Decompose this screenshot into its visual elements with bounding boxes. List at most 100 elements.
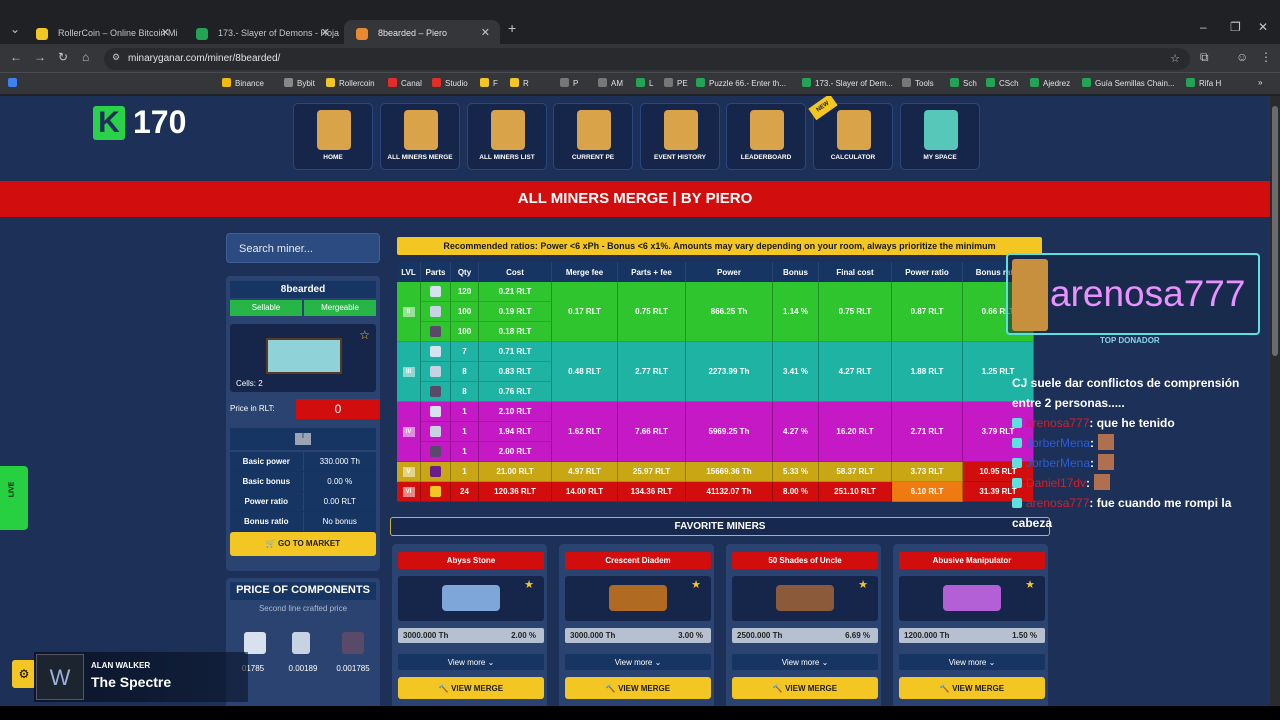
bookmark-item[interactable]: Ajedrez [1030,78,1070,88]
bookmark-item[interactable]: R [510,78,529,88]
bookmark-item[interactable]: Studio [432,78,468,88]
nav-current-pe[interactable]: CURRENT PE [553,103,633,170]
forward-icon[interactable]: → [34,50,46,64]
pratio-cell: 1.88 RLT [892,342,963,402]
nav-mascot-icon [664,110,698,150]
tab-close-icon[interactable]: ✕ [161,26,170,39]
site-logo[interactable]: K 170 [93,104,197,144]
favorite-miner-image [943,585,1001,611]
components-title: PRICE OF COMPONENTS [230,582,376,600]
reload-icon[interactable]: ↻ [58,50,68,64]
tab-close-icon[interactable]: ✕ [321,26,330,39]
profile-icon[interactable]: ☺ [1236,50,1248,64]
bookmark-item[interactable]: PE [664,78,688,88]
bookmark-item[interactable]: L [636,78,653,88]
price-input[interactable]: 0 [296,399,380,419]
nav-label: CURRENT PE [571,154,615,161]
bookmark-item[interactable]: Sch [950,78,977,88]
view-more-button[interactable]: View more ⌄ [899,654,1045,670]
bookmark-item[interactable]: Puzzle 66.- Enter th... [696,78,786,88]
view-more-button[interactable]: View more ⌄ [398,654,544,670]
nav-my-space[interactable]: MY SPACE [900,103,980,170]
bookmark-apps-icon[interactable] [8,78,21,88]
bookmark-item[interactable]: Rifa H [1186,78,1221,88]
bookmark-item[interactable]: AM [598,78,623,88]
chat-username: JorberMena [1026,456,1091,470]
donor-tag: TOP DONADOR [1100,336,1160,345]
address-bar[interactable]: ⚙ minaryganar.com/miner/8bearded/ ☆ [104,48,1190,70]
nav-leaderboard[interactable]: LEADERBOARD [726,103,806,170]
level-selector[interactable]: I [230,428,376,450]
home-icon[interactable]: ⌂ [82,50,89,64]
close-window-icon[interactable]: ✕ [1258,20,1268,34]
nav-label: HOME [323,154,343,161]
view-merge-button[interactable]: 🔨 VIEW MERGE [398,677,544,699]
go-to-market-button[interactable]: 🛒 GO TO MARKET [230,532,376,556]
price-label: Price in RLT: [230,404,275,413]
favorite-star-icon[interactable]: ★ [1025,578,1035,591]
bookmark-label: Guía Semillas Chain... [1095,79,1175,88]
view-merge-button[interactable]: 🔨 VIEW MERGE [899,677,1045,699]
favorite-miner-bonus: 1.50 % [1012,631,1037,640]
bookmark-label: L [649,79,654,88]
favorite-miner-power: 2500.000 Th [737,631,783,640]
nav-event-history[interactable]: EVENT HISTORY [640,103,720,170]
back-icon[interactable]: ← [10,50,22,64]
column-header: Final cost [819,262,892,282]
cost-cell: 2.00 RLT [479,442,552,462]
minimize-icon[interactable]: – [1200,20,1207,34]
scrollbar[interactable] [1270,96,1280,706]
nav-all-miners-merge[interactable]: ALL MINERS MERGE [380,103,460,170]
view-merge-button[interactable]: 🔨 VIEW MERGE [565,677,711,699]
bookmark-item[interactable]: Tools [902,78,934,88]
bookmark-label: Bybit [297,79,315,88]
power-cell: 5969.25 Th [686,402,773,462]
favorite-star-icon[interactable]: ★ [524,578,534,591]
bookmark-item[interactable]: P [560,78,578,88]
bookmark-item[interactable]: Guía Semillas Chain... [1082,78,1175,88]
menu-icon[interactable]: ⋮ [1260,50,1272,64]
settings-gear-button[interactable]: ⚙ [12,660,36,688]
bookmark-label: Binance [235,79,264,88]
bookmarks-bar: Binance Bybit Rollercoin Canal Studio F R P AM L P… [0,72,1280,94]
miner-card: 8bearded Sellable Mergeable ☆ Cells: 2 P… [226,276,380,571]
nav-all-miners-list[interactable]: ALL MINERS LIST [467,103,547,170]
tab-search-icon[interactable]: ⌄ [10,22,20,36]
merge-fee-cell: 0.17 RLT [552,282,618,342]
bookmark-item[interactable]: Canal [388,78,422,88]
favorite-miner-name: Abyss Stone [398,552,544,569]
bookmarks-more-icon[interactable]: » [1258,78,1262,87]
bookmark-item[interactable]: CSch [986,78,1019,88]
bookmark-item[interactable]: Binance [222,78,264,88]
favorite-miner-name: Abusive Manipulator [899,552,1045,569]
view-more-button[interactable]: View more ⌄ [565,654,711,670]
tab-close-icon[interactable]: ✕ [481,26,490,39]
maximize-icon[interactable]: ❐ [1230,20,1241,34]
favorite-star-icon[interactable]: ★ [858,578,868,591]
bookmark-item[interactable]: Rollercoin [326,78,375,88]
part-cell [421,422,451,442]
column-header: Bonus [773,262,819,282]
favorite-miner-image-box: ★ [565,576,711,621]
bottom-bar [0,706,1280,720]
nav-home[interactable]: HOME [293,103,373,170]
view-merge-button[interactable]: 🔨 VIEW MERGE [732,677,878,699]
bookmark-favicon-icon [480,78,489,87]
bookmark-star-icon[interactable]: ☆ [1170,52,1180,65]
bookmark-item[interactable]: Bybit [284,78,315,88]
bookmark-label: Canal [401,79,422,88]
bookmark-item[interactable]: F [480,78,498,88]
view-more-button[interactable]: View more ⌄ [732,654,878,670]
part-cell [421,462,451,482]
site-info-icon[interactable]: ⚙ [112,52,120,63]
top-donor-overlay: arenosa777 [1006,253,1260,335]
bookmark-item[interactable]: 173.- Slayer of Dem... [802,78,893,88]
new-tab-icon[interactable]: + [508,20,516,36]
bookmark-favicon-icon [636,78,645,87]
scrollbar-thumb[interactable] [1272,106,1278,356]
favorite-star-icon[interactable]: ☆ [359,328,370,342]
search-input[interactable]: Search miner... [226,233,380,263]
favorite-star-icon[interactable]: ★ [691,578,701,591]
extensions-icon[interactable]: ⧉ [1200,50,1209,65]
tab-favicon-icon [356,28,368,40]
